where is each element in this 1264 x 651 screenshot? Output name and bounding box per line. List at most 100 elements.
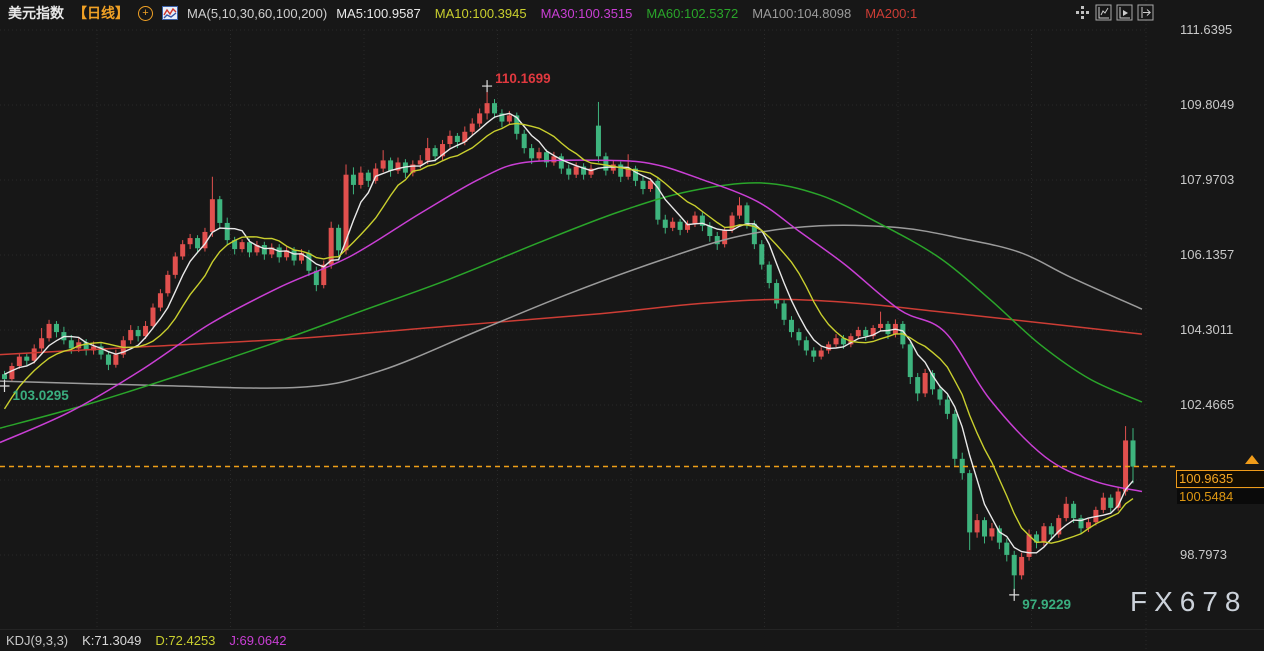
candle-body: [1064, 504, 1069, 518]
kdj-value-2: J:69.0642: [229, 633, 286, 648]
candle-body: [744, 205, 749, 223]
add-indicator-icon[interactable]: +: [138, 6, 153, 21]
axis-label: 109.8049: [1180, 97, 1234, 112]
candle-body: [819, 350, 824, 356]
candle-body: [381, 160, 386, 168]
candle-body: [692, 216, 697, 224]
candle-body: [967, 473, 972, 532]
candle-body: [477, 113, 482, 123]
candle-body: [150, 308, 155, 326]
candle-body: [195, 238, 200, 248]
candle-body: [136, 330, 141, 336]
candle-body: [811, 350, 816, 356]
axis-label: 102.4665: [1180, 397, 1234, 412]
candle-body: [908, 344, 913, 377]
candle-body: [722, 230, 727, 244]
candle-body: [292, 250, 297, 260]
candle-body: [1101, 498, 1106, 510]
candles: [2, 90, 1136, 591]
ma-line-ma30: [0, 160, 1142, 491]
candle-body: [566, 169, 571, 175]
candle-body: [106, 355, 111, 365]
chart-toolbar: [1073, 3, 1154, 21]
candle-body: [69, 340, 74, 348]
candle-body: [640, 181, 645, 189]
candle-body: [485, 103, 490, 113]
candle-body: [804, 340, 809, 350]
axis-scale-icon[interactable]: [1094, 3, 1112, 21]
candle-body: [2, 374, 7, 379]
current-price-badge: 100.9635: [1176, 470, 1264, 488]
candle-body: [618, 164, 623, 176]
go-to-realtime-icon[interactable]: [1136, 3, 1154, 21]
candle-body: [470, 124, 475, 132]
candle-body: [425, 148, 430, 160]
candle-body: [596, 126, 601, 157]
candle-body: [1019, 557, 1024, 575]
candle-body: [492, 103, 497, 113]
fx678-watermark: FX678: [1130, 586, 1248, 618]
ma-value-ma10: MA10:100.3945: [435, 6, 527, 21]
kdj-indicator-row: KDJ(9,3,3) K:71.3049D:72.4253J:69.0642: [6, 633, 287, 648]
ma-line-ma200: [0, 299, 1142, 354]
scroll-to-latest-button[interactable]: [1245, 455, 1259, 464]
ma-value-ma100: MA100:104.8098: [752, 6, 851, 21]
price-annotation: 97.9229: [1022, 597, 1071, 612]
timeframe-selector[interactable]: 【日线】: [73, 3, 129, 23]
candle-body: [989, 528, 994, 536]
candle-body: [188, 238, 193, 244]
candle-body: [670, 222, 675, 228]
candle-body: [1049, 526, 1054, 534]
candle-body: [32, 348, 37, 360]
candle-body: [54, 324, 59, 332]
candle-body: [782, 303, 787, 319]
candle-body: [358, 173, 363, 185]
candle-body: [937, 389, 942, 399]
kdj-value-1: D:72.4253: [155, 633, 215, 648]
candle-body: [165, 275, 170, 293]
candle-body: [1131, 440, 1136, 466]
candle-body: [180, 244, 185, 256]
candle-body: [262, 245, 267, 254]
candle-body: [767, 265, 772, 283]
scroll-right-icon[interactable]: [1115, 3, 1133, 21]
candle-body: [507, 115, 512, 121]
candle-body: [17, 357, 22, 366]
candle-body: [923, 373, 928, 393]
candle-body: [774, 283, 779, 303]
candle-body: [1004, 543, 1009, 555]
kdj-values: K:71.3049D:72.4253J:69.0642: [82, 633, 286, 648]
candle-body: [982, 520, 987, 536]
ma-value-ma30: MA30:100.3515: [541, 6, 633, 21]
candle-body: [759, 244, 764, 264]
candle-body: [277, 247, 282, 257]
candle-body: [975, 520, 980, 532]
previous-price-badge: 100.5484: [1177, 489, 1264, 504]
candle-body: [24, 357, 29, 361]
candle-body: [225, 223, 230, 240]
gridlines: [0, 0, 1146, 651]
candle-body: [329, 228, 334, 265]
candle-body: [737, 205, 742, 215]
candle-body: [47, 324, 52, 338]
ma-value-ma60: MA60:102.5372: [646, 6, 738, 21]
candle-body: [39, 338, 44, 348]
chart-type-icon[interactable]: [162, 6, 178, 20]
candle-body: [447, 136, 452, 144]
candle-body: [351, 175, 356, 185]
axis-label: 104.3011: [1180, 322, 1233, 337]
candle-body: [952, 414, 957, 459]
price-chart-canvas[interactable]: 110.1699103.029597.9229: [0, 0, 1264, 651]
pan-move-icon[interactable]: [1073, 3, 1091, 21]
candle-body: [9, 366, 14, 379]
candle-body: [210, 199, 215, 232]
candle-body: [789, 320, 794, 332]
candle-body: [885, 324, 890, 334]
candle-body: [247, 242, 252, 252]
axis-label: 98.7973: [1180, 547, 1227, 562]
candle-body: [1071, 504, 1076, 518]
extreme-marker: [482, 80, 492, 92]
candle-body: [1108, 498, 1113, 508]
candle-body: [217, 199, 222, 223]
ma-value-ma200: MA200:1: [865, 6, 917, 21]
